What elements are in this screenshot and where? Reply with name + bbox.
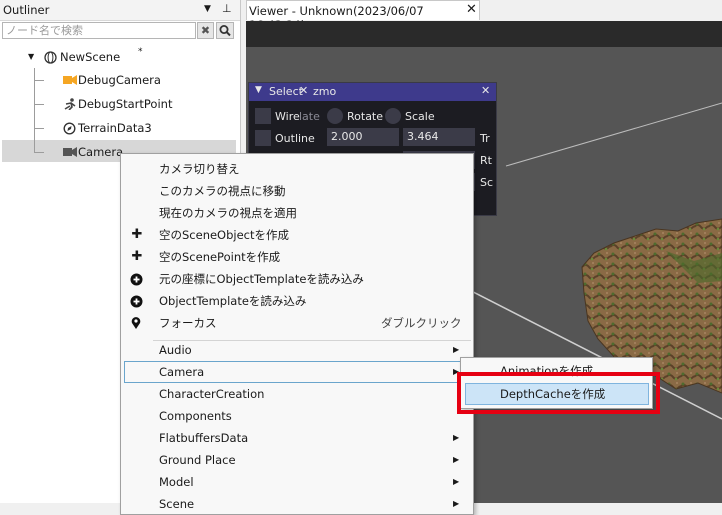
submenu-arrow-icon: ▶ (453, 455, 460, 464)
menu-item-ground-place[interactable]: Ground Place ▶ (121, 449, 471, 471)
camera-icon (63, 147, 77, 157)
value-2: 3.464 (407, 130, 439, 143)
menu-item-camera[interactable]: Camera ▶ (121, 361, 471, 383)
wire-label: Wire (275, 110, 300, 123)
tree-label: Camera (78, 145, 124, 159)
outliner-title: Outliner (3, 3, 50, 17)
gizmo-title-select: Select (269, 85, 303, 98)
tree-label: TerrainData3 (78, 121, 152, 135)
menu-item-components[interactable]: Components (121, 405, 471, 427)
menu-item-charactercreation[interactable]: CharacterCreation (121, 383, 471, 405)
context-menu: カメラ切り替え このカメラの視点に移動 現在のカメラの視点を適用 ✚ 空のSce… (120, 153, 474, 515)
menu-item-audio[interactable]: Audio ▶ (121, 339, 471, 361)
submenu-arrow-icon: ▶ (453, 345, 460, 354)
panel-menu-icon[interactable]: ▼ (204, 4, 211, 14)
scale-radio[interactable] (385, 108, 401, 124)
translate-label-partial: late (299, 110, 320, 123)
menu-item-label: Camera (159, 365, 205, 379)
gizmo-title-rest: zmo (313, 85, 337, 98)
runner-icon (64, 98, 76, 110)
expand-arrow-icon[interactable]: ▼ (28, 46, 34, 68)
modified-marker: * (138, 47, 143, 57)
tree-line (34, 80, 44, 81)
value-field-2[interactable]: 3.464 (403, 128, 475, 146)
menu-item-flatbuffersdata[interactable]: FlatbuffersData ▶ (121, 427, 471, 449)
tree-label: DebugCamera (78, 73, 161, 87)
menu-item-load-template-original[interactable]: 元の座標にObjectTemplateを読み込み (121, 268, 471, 290)
menu-item-label: 元の座標にObjectTemplateを読み込み (159, 272, 364, 286)
menu-item-create-sceneobject[interactable]: ✚ 空のSceneObjectを作成 (121, 224, 471, 246)
menu-item-focus[interactable]: フォーカス ダブルクリック (121, 312, 471, 334)
menu-item-scene[interactable]: Scene ▶ (121, 493, 471, 515)
search-input[interactable] (2, 22, 196, 39)
menu-item-label: FlatbuffersData (159, 431, 249, 445)
value-1: 2.000 (331, 130, 363, 143)
value-field-1[interactable]: 2.000 (327, 128, 399, 146)
pin-icon[interactable]: ⊥ (222, 2, 232, 15)
plus-icon: ✚ (131, 249, 143, 264)
outline-checkbox[interactable] (255, 130, 271, 146)
rotate-radio[interactable] (327, 108, 343, 124)
menu-item-label: ObjectTemplateを読み込み (159, 294, 307, 308)
menu-item-label: Components (159, 409, 232, 423)
submenu-arrow-icon: ▶ (453, 499, 460, 508)
axis-tr-label: Tr (480, 132, 490, 145)
tree-label: DebugStartPoint (78, 97, 173, 111)
globe-icon (44, 51, 57, 64)
plus-circle-icon (130, 273, 143, 286)
menu-item-switch-camera[interactable]: カメラ切り替え (121, 158, 471, 180)
axis-rt-label: Rt (480, 154, 492, 167)
submenu-arrow-icon: ▶ (453, 433, 460, 442)
rotate-label: Rotate (347, 110, 384, 123)
menu-item-label: フォーカス (159, 316, 217, 330)
menu-item-label: 空のScenePointを作成 (159, 250, 281, 264)
clear-search-button[interactable]: ✖ (197, 22, 214, 39)
compass-icon (63, 122, 76, 135)
outline-label: Outline (275, 132, 315, 145)
menu-item-load-template[interactable]: ObjectTemplateを読み込み (121, 290, 471, 312)
menu-item-label: Audio (159, 343, 192, 357)
tree-line (34, 152, 44, 153)
plus-icon: ✚ (131, 227, 143, 242)
gizmo-title-bar[interactable]: ▼ Select ✕ zmo ✕ (249, 83, 496, 101)
outliner-title-bar: Outliner ▼ ⊥ (0, 0, 240, 21)
camera-icon (63, 75, 77, 85)
close-icon[interactable]: ✕ (481, 84, 490, 97)
menu-item-create-scenepoint[interactable]: ✚ 空のScenePointを作成 (121, 246, 471, 268)
annotation-highlight-box (457, 372, 660, 414)
menu-item-apply-current-view[interactable]: 現在のカメラの視点を適用 (121, 202, 471, 224)
menu-item-move-to-camera-view[interactable]: このカメラの視点に移動 (121, 180, 471, 202)
menu-item-label: 現在のカメラの視点を適用 (159, 206, 297, 220)
menu-item-shortcut: ダブルクリック (381, 316, 462, 330)
close-icon[interactable]: ✕ (466, 2, 477, 17)
location-pin-icon (131, 317, 141, 329)
menu-item-label: CharacterCreation (159, 387, 265, 401)
tree-line (34, 128, 44, 129)
collapse-icon[interactable]: ▼ (255, 85, 262, 95)
menu-item-model[interactable]: Model ▶ (121, 471, 471, 493)
close-icon[interactable]: ✕ (299, 84, 308, 97)
menu-item-label: Ground Place (159, 453, 236, 467)
menu-item-label: 空のSceneObjectを作成 (159, 228, 290, 242)
tree-label: NewScene (60, 50, 121, 64)
wire-checkbox[interactable] (255, 108, 271, 124)
axis-sc-label: Sc (480, 176, 494, 189)
viewer-tab[interactable]: Viewer - Unknown(2023/06/07 16:42:24) ✕ (246, 0, 480, 32)
menu-item-label: カメラ切り替え (159, 162, 240, 176)
submenu-arrow-icon: ▶ (453, 477, 460, 486)
search-button[interactable] (216, 22, 234, 39)
scale-label: Scale (405, 110, 435, 123)
plus-circle-icon (130, 295, 143, 308)
menu-item-label: Model (159, 475, 194, 489)
menu-item-label: このカメラの視点に移動 (159, 184, 286, 198)
search-icon (219, 25, 231, 37)
tree-line (34, 104, 44, 105)
menu-item-label: Scene (159, 497, 195, 511)
